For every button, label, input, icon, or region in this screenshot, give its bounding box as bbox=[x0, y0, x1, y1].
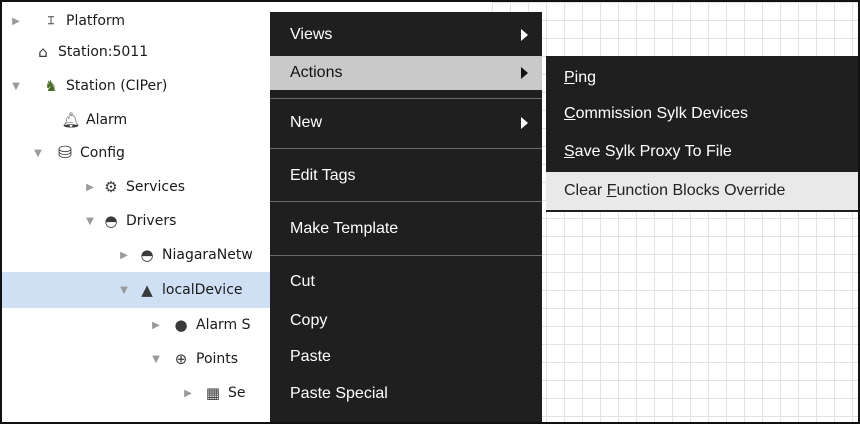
tree-label: Platform bbox=[66, 13, 126, 29]
menu-label: Edit Tags bbox=[290, 167, 356, 184]
tree-label: Alarm bbox=[86, 112, 128, 128]
database-icon: ⛁ bbox=[57, 143, 73, 163]
tree-label: Drivers bbox=[126, 213, 177, 229]
menu-separator bbox=[270, 98, 542, 99]
tree-label: NiagaraNetw bbox=[162, 247, 253, 263]
submenu-label: ing bbox=[574, 69, 597, 86]
tree-item-localdevice[interactable]: ▼ ▲ localDevice bbox=[2, 272, 282, 308]
platform-icon: ⌶ bbox=[47, 14, 55, 27]
mnemonic: F bbox=[606, 182, 617, 199]
expand-arrow-icon[interactable]: ▶ bbox=[84, 181, 96, 193]
mnemonic: S bbox=[564, 143, 575, 160]
submenu-item-commission-sylk-devices[interactable]: Commission Sylk Devices bbox=[546, 96, 858, 132]
submenu-arrow-icon bbox=[521, 29, 528, 41]
station-icon: ♞ bbox=[44, 77, 58, 95]
submenu-label: unction Blocks Override bbox=[616, 182, 786, 199]
menu-item-actions[interactable]: Actions bbox=[270, 56, 542, 90]
menu-separator bbox=[270, 148, 542, 149]
expand-arrow-icon[interactable]: ▶ bbox=[150, 319, 162, 331]
submenu-arrow-icon bbox=[521, 117, 528, 129]
tree-item-drivers[interactable]: ▼ ◓ Drivers bbox=[2, 204, 282, 238]
schedule-icon: ▦ bbox=[205, 384, 221, 402]
collapse-arrow-icon[interactable]: ▼ bbox=[32, 147, 44, 159]
tree-item-alarm-source[interactable]: ▶ ● Alarm S bbox=[2, 308, 282, 342]
menu-item-edit-tags[interactable]: Edit Tags bbox=[270, 159, 542, 193]
menu-label: Copy bbox=[290, 312, 328, 329]
tree-item-services[interactable]: ▶ ⚙ Services bbox=[2, 170, 282, 204]
tree-item-station-5011[interactable]: ⌂ Station:5011 bbox=[2, 35, 282, 69]
collapse-arrow-icon[interactable]: ▼ bbox=[118, 284, 130, 296]
tree-item-alarm[interactable]: 🔔︎ Alarm bbox=[2, 103, 282, 137]
points-icon: ⊕ bbox=[174, 350, 188, 368]
tree-label: Station:5011 bbox=[58, 44, 149, 60]
tree-item-niagaranetwork[interactable]: ▶ ◓ NiagaraNetw bbox=[2, 238, 282, 272]
menu-item-views[interactable]: Views bbox=[270, 18, 542, 52]
window: ▶ ⌶ Platform ⌂ Station:5011 ▼ ♞ Station … bbox=[0, 0, 860, 424]
submenu-label: Clear bbox=[564, 182, 607, 199]
menu-label: Make Template bbox=[290, 220, 399, 237]
submenu-item-clear-function-blocks-override[interactable]: Clear Function Blocks Override bbox=[546, 172, 858, 210]
submenu-item-save-sylk-proxy[interactable]: Save Sylk Proxy To File bbox=[546, 134, 858, 170]
station-lock-icon: ⌂ bbox=[38, 43, 48, 61]
tree-label: Points bbox=[196, 351, 239, 367]
collapse-arrow-icon[interactable]: ▼ bbox=[84, 215, 96, 227]
submenu-label: ave Sylk Proxy To File bbox=[574, 143, 732, 160]
menu-separator bbox=[270, 201, 542, 202]
tree-item-points[interactable]: ▼ ⊕ Points bbox=[2, 342, 282, 376]
expand-arrow-icon[interactable]: ▶ bbox=[10, 15, 22, 27]
menu-item-cut[interactable]: Cut bbox=[270, 265, 542, 299]
menu-label: Paste Special bbox=[290, 385, 388, 402]
tree-item-config[interactable]: ▼ ⛁ Config bbox=[2, 136, 282, 170]
bell-icon: 🔔︎ bbox=[61, 111, 81, 129]
tree-label: Config bbox=[80, 145, 125, 161]
expand-arrow-icon[interactable]: ▶ bbox=[182, 387, 194, 399]
tree-label: Station (CIPer) bbox=[66, 78, 168, 94]
device-icon: ▲ bbox=[141, 281, 153, 299]
actions-submenu: Ping Commission Sylk Devices Save Sylk P… bbox=[546, 56, 858, 212]
menu-label: Paste bbox=[290, 348, 331, 365]
menu-item-paste[interactable]: Paste bbox=[270, 340, 542, 374]
network-icon: ◓ bbox=[140, 246, 154, 264]
nav-tree: ▶ ⌶ Platform ⌂ Station:5011 ▼ ♞ Station … bbox=[2, 2, 282, 422]
tree-item-station-ciper[interactable]: ▼ ♞ Station (CIPer) bbox=[2, 69, 282, 103]
tree-label: localDevice bbox=[162, 282, 243, 298]
tree-label: Services bbox=[126, 179, 186, 195]
collapse-arrow-icon[interactable]: ▼ bbox=[150, 353, 162, 365]
expand-arrow-icon[interactable]: ▶ bbox=[118, 249, 130, 261]
tree-label: Alarm S bbox=[196, 317, 251, 333]
menu-label: New bbox=[290, 114, 323, 131]
mnemonic: C bbox=[564, 105, 576, 122]
menu-item-copy[interactable]: Copy bbox=[270, 304, 542, 338]
tree-label: Se bbox=[228, 385, 246, 401]
tree-item-schedule[interactable]: ▶ ▦ Se bbox=[2, 376, 282, 410]
context-menu: Views Actions New Edit Tags Make Templat… bbox=[270, 12, 542, 422]
submenu-item-ping[interactable]: Ping bbox=[546, 60, 858, 96]
menu-item-paste-special[interactable]: Paste Special bbox=[270, 377, 542, 411]
alarm-source-icon: ● bbox=[174, 316, 188, 334]
submenu-label: ommission Sylk Devices bbox=[575, 105, 749, 122]
menu-label: Actions bbox=[290, 64, 343, 81]
mnemonic: P bbox=[564, 69, 575, 86]
menu-separator bbox=[270, 255, 542, 256]
menu-label: Cut bbox=[290, 273, 315, 290]
drivers-icon: ◓ bbox=[104, 212, 118, 230]
gear-icon: ⚙ bbox=[104, 178, 118, 196]
menu-label: Views bbox=[290, 26, 333, 43]
collapse-arrow-icon[interactable]: ▼ bbox=[10, 80, 22, 92]
submenu-arrow-icon bbox=[521, 67, 528, 79]
menu-item-make-template[interactable]: Make Template bbox=[270, 212, 542, 246]
menu-item-new[interactable]: New bbox=[270, 106, 542, 140]
tree-item-platform[interactable]: ▶ ⌶ Platform bbox=[2, 4, 282, 38]
